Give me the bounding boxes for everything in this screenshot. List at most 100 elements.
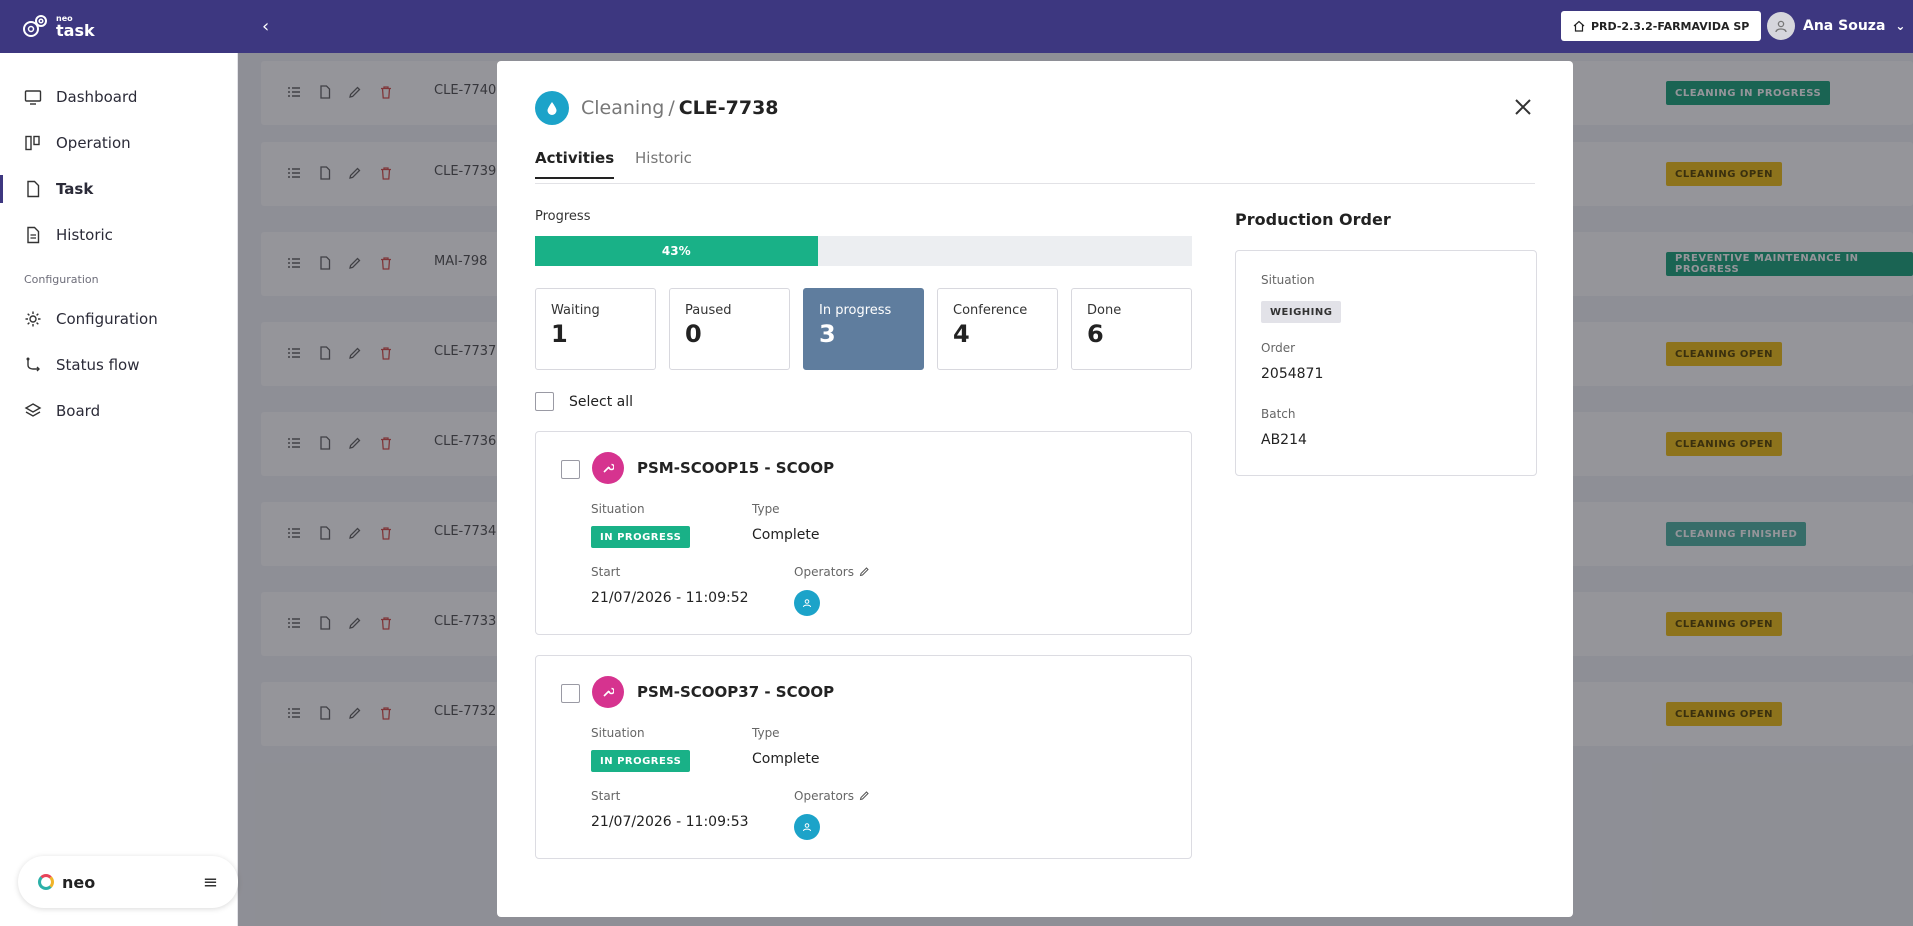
breadcrumb-separator: / <box>668 97 675 119</box>
flow-icon <box>26 357 40 372</box>
activity-checkbox[interactable] <box>561 460 580 479</box>
stat-paused[interactable]: Paused 0 <box>669 288 790 370</box>
operator-avatar-icon[interactable] <box>794 590 820 616</box>
edit-operators-icon[interactable] <box>859 566 870 577</box>
stat-label: In progress <box>819 303 892 318</box>
po-order-label: Order <box>1261 341 1296 355</box>
po-batch-label: Batch <box>1261 407 1296 421</box>
situation-badge: IN PROGRESS <box>591 750 691 772</box>
task-detail-modal: Cleaning / CLE-7738 Activities Historic … <box>497 61 1573 917</box>
stat-value: 1 <box>551 320 568 348</box>
stat-value: 0 <box>685 320 702 348</box>
sidebar-item-operation[interactable]: Operation <box>0 123 238 163</box>
start-value: 21/07/2026 - 11:09:53 <box>591 814 749 830</box>
columns-icon <box>25 135 40 151</box>
stat-label: Conference <box>953 303 1028 318</box>
activity-checkbox[interactable] <box>561 684 580 703</box>
operator-avatar-icon[interactable] <box>794 814 820 840</box>
environment-label: PRD-2.3.2-FARMAVIDA SP <box>1591 19 1750 33</box>
sidebar-item-label: Historic <box>56 226 113 244</box>
type-value: Complete <box>752 527 820 543</box>
tab-historic[interactable]: Historic <box>635 149 692 177</box>
production-order-title: Production Order <box>1235 210 1391 229</box>
type-label: Type <box>752 502 780 516</box>
modal-category: Cleaning <box>581 97 665 119</box>
situation-label: Situation <box>591 726 645 740</box>
situation-badge: IN PROGRESS <box>591 526 691 548</box>
situation-label: Situation <box>591 502 645 516</box>
brand-name: task <box>56 21 95 40</box>
sidebar: Dashboard Operation Task Historic Config… <box>0 53 238 926</box>
po-order-value: 2054871 <box>1261 366 1324 382</box>
sidebar-item-configuration[interactable]: Configuration <box>0 299 238 339</box>
sidebar-item-dashboard[interactable]: Dashboard <box>0 77 238 117</box>
user-menu[interactable]: Ana Souza ⌄ <box>1767 12 1905 40</box>
gears-logo-icon <box>23 15 47 37</box>
po-batch-value: AB214 <box>1261 432 1307 448</box>
chevron-down-icon: ⌄ <box>1895 19 1906 33</box>
progress-label: Progress <box>535 209 591 224</box>
stat-waiting[interactable]: Waiting 1 <box>535 288 656 370</box>
activity-name: PSM-SCOOP15 - SCOOP <box>637 459 835 477</box>
stat-value: 6 <box>1087 320 1104 348</box>
modal-title: CLE-7738 <box>678 97 779 119</box>
wrench-icon <box>592 676 624 708</box>
edit-operators-icon[interactable] <box>859 790 870 801</box>
sidebar-item-task[interactable]: Task <box>0 169 238 209</box>
stat-label: Done <box>1087 303 1122 318</box>
layers-icon <box>24 403 42 417</box>
stat-value: 4 <box>953 320 970 348</box>
select-all-checkbox[interactable] <box>535 392 554 411</box>
home-icon <box>1573 20 1585 32</box>
activity-card: PSM-SCOOP15 - SCOOP Situation IN PROGRES… <box>535 431 1192 635</box>
hamburger-menu-icon[interactable]: ≡ <box>203 872 218 893</box>
wrench-icon <box>592 452 624 484</box>
start-value: 21/07/2026 - 11:09:52 <box>591 590 749 606</box>
stat-conference[interactable]: Conference 4 <box>937 288 1058 370</box>
sidebar-item-status-flow[interactable]: Status flow <box>0 345 238 385</box>
stat-value: 3 <box>819 320 836 348</box>
select-all[interactable]: Select all <box>535 392 633 411</box>
sidebar-item-label: Dashboard <box>56 88 138 106</box>
sidebar-item-label: Configuration <box>56 310 158 328</box>
top-bar: neo task ‹ PRD-2.3.2-FARMAVIDA SP Ana So… <box>0 0 1913 53</box>
modal-header: Cleaning / CLE-7738 <box>535 91 779 125</box>
environment-button[interactable]: PRD-2.3.2-FARMAVIDA SP <box>1561 11 1762 41</box>
po-situation-badge: WEIGHING <box>1261 301 1342 323</box>
sidebar-section-title: Configuration <box>24 273 99 286</box>
modal-tabs: Activities Historic <box>535 149 1535 184</box>
gear-icon <box>25 311 41 327</box>
operators-label: Operators <box>794 565 854 579</box>
neo-label: neo <box>62 872 96 892</box>
file-icon <box>27 180 40 198</box>
activity-card: PSM-SCOOP37 - SCOOP Situation IN PROGRES… <box>535 655 1192 859</box>
sidebar-item-historic[interactable]: Historic <box>0 215 238 255</box>
stat-label: Waiting <box>551 303 600 318</box>
progress-bar: 43% <box>535 236 1192 266</box>
collapse-sidebar-icon[interactable]: ‹ <box>262 16 269 37</box>
app-logo[interactable]: neo task <box>20 12 95 42</box>
start-label: Start <box>591 565 621 579</box>
type-value: Complete <box>752 751 820 767</box>
start-label: Start <box>591 789 621 803</box>
neo-logo-icon <box>38 874 54 890</box>
tab-activities[interactable]: Activities <box>535 149 615 179</box>
operators-label: Operators <box>794 789 854 803</box>
activity-name: PSM-SCOOP37 - SCOOP <box>637 683 835 701</box>
user-avatar-icon <box>1767 12 1795 40</box>
sidebar-item-board[interactable]: Board <box>0 391 238 431</box>
water-drop-icon <box>535 91 569 125</box>
select-all-label: Select all <box>569 393 633 410</box>
document-icon <box>27 226 40 244</box>
stat-in-progress[interactable]: In progress 3 <box>803 288 924 370</box>
stat-label: Paused <box>685 303 732 318</box>
sidebar-item-label: Operation <box>56 134 131 152</box>
stat-done[interactable]: Done 6 <box>1071 288 1192 370</box>
po-situation-label: Situation <box>1261 273 1315 287</box>
sidebar-item-label: Status flow <box>56 356 140 374</box>
type-label: Type <box>752 726 780 740</box>
close-icon[interactable] <box>1513 97 1533 117</box>
progress-fill: 43% <box>535 236 818 266</box>
neo-launcher[interactable]: neo ≡ <box>18 856 238 908</box>
sidebar-item-label: Board <box>56 402 101 420</box>
